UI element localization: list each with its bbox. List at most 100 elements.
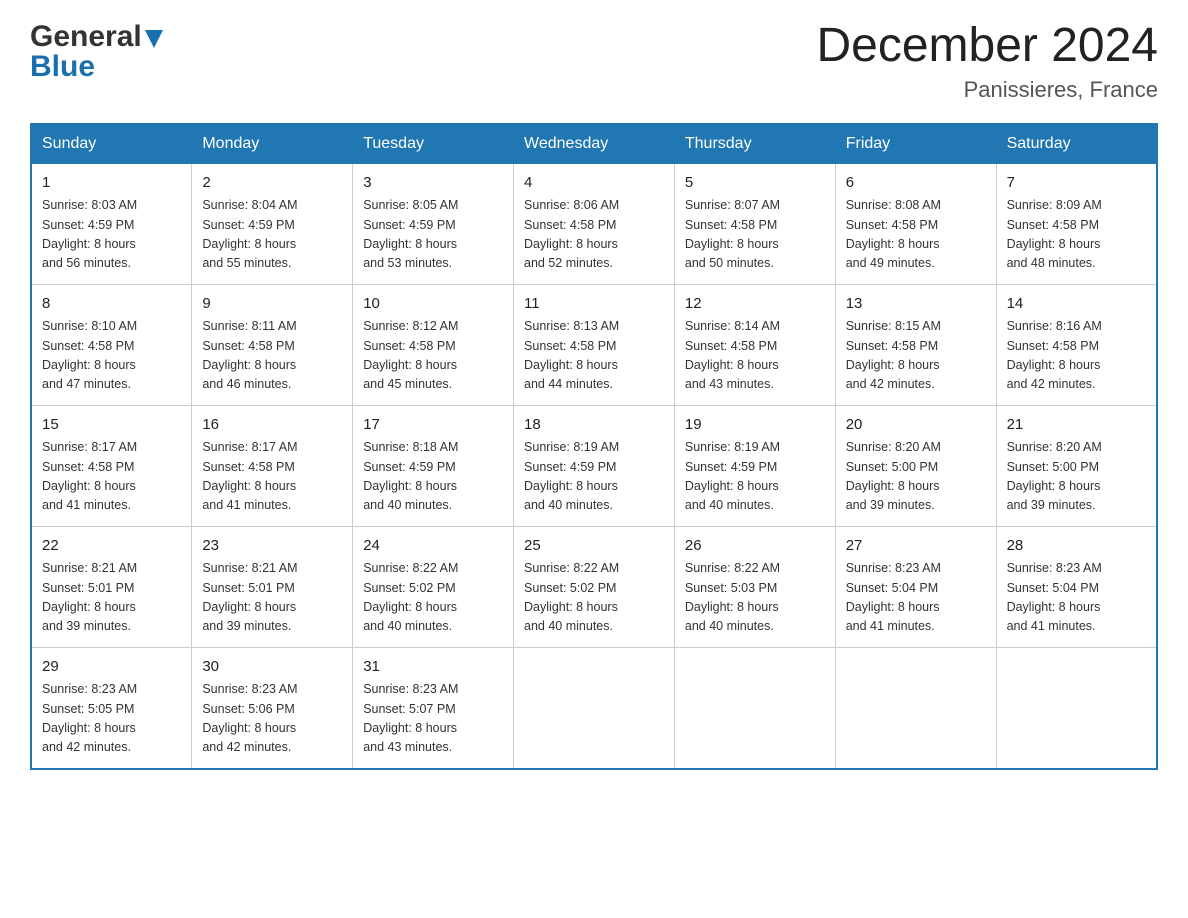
day-number: 5	[685, 172, 825, 195]
calendar-day-cell: 15Sunrise: 8:17 AMSunset: 4:58 PMDayligh…	[31, 405, 192, 526]
calendar-day-cell: 23Sunrise: 8:21 AMSunset: 5:01 PMDayligh…	[192, 526, 353, 647]
day-number: 11	[524, 293, 664, 316]
day-info: Sunrise: 8:20 AMSunset: 5:00 PMDaylight:…	[846, 438, 986, 516]
calendar-day-cell: 24Sunrise: 8:22 AMSunset: 5:02 PMDayligh…	[353, 526, 514, 647]
day-info: Sunrise: 8:19 AMSunset: 4:59 PMDaylight:…	[685, 438, 825, 516]
calendar-day-cell: 3Sunrise: 8:05 AMSunset: 4:59 PMDaylight…	[353, 163, 514, 284]
calendar-day-cell: 12Sunrise: 8:14 AMSunset: 4:58 PMDayligh…	[674, 284, 835, 405]
day-number: 23	[202, 535, 342, 558]
day-number: 29	[42, 656, 181, 679]
logo-blue-text: Blue	[30, 50, 95, 84]
day-info: Sunrise: 8:17 AMSunset: 4:58 PMDaylight:…	[202, 438, 342, 516]
calendar-day-cell: 28Sunrise: 8:23 AMSunset: 5:04 PMDayligh…	[996, 526, 1157, 647]
calendar-day-cell: 4Sunrise: 8:06 AMSunset: 4:58 PMDaylight…	[514, 163, 675, 284]
day-info: Sunrise: 8:19 AMSunset: 4:59 PMDaylight:…	[524, 438, 664, 516]
day-info: Sunrise: 8:10 AMSunset: 4:58 PMDaylight:…	[42, 317, 181, 395]
day-number: 25	[524, 535, 664, 558]
day-info: Sunrise: 8:23 AMSunset: 5:07 PMDaylight:…	[363, 680, 503, 758]
day-number: 8	[42, 293, 181, 316]
day-number: 18	[524, 414, 664, 437]
weekday-header-sunday: Sunday	[31, 124, 192, 164]
calendar-day-cell: 30Sunrise: 8:23 AMSunset: 5:06 PMDayligh…	[192, 647, 353, 769]
weekday-header-thursday: Thursday	[674, 124, 835, 164]
calendar-day-cell: 18Sunrise: 8:19 AMSunset: 4:59 PMDayligh…	[514, 405, 675, 526]
calendar-location: Panissieres, France	[816, 77, 1158, 103]
day-info: Sunrise: 8:16 AMSunset: 4:58 PMDaylight:…	[1007, 317, 1146, 395]
day-number: 16	[202, 414, 342, 437]
day-info: Sunrise: 8:22 AMSunset: 5:03 PMDaylight:…	[685, 559, 825, 637]
day-info: Sunrise: 8:04 AMSunset: 4:59 PMDaylight:…	[202, 196, 342, 274]
calendar-title: December 2024	[816, 20, 1158, 73]
day-number: 28	[1007, 535, 1146, 558]
title-area: December 2024 Panissieres, France	[816, 20, 1158, 103]
day-number: 26	[685, 535, 825, 558]
day-number: 24	[363, 535, 503, 558]
calendar-day-cell: 21Sunrise: 8:20 AMSunset: 5:00 PMDayligh…	[996, 405, 1157, 526]
day-number: 30	[202, 656, 342, 679]
day-number: 1	[42, 172, 181, 195]
calendar-week-row: 8Sunrise: 8:10 AMSunset: 4:58 PMDaylight…	[31, 284, 1157, 405]
day-info: Sunrise: 8:23 AMSunset: 5:05 PMDaylight:…	[42, 680, 181, 758]
day-number: 20	[846, 414, 986, 437]
weekday-header-tuesday: Tuesday	[353, 124, 514, 164]
day-info: Sunrise: 8:23 AMSunset: 5:06 PMDaylight:…	[202, 680, 342, 758]
day-number: 7	[1007, 172, 1146, 195]
calendar-day-cell: 2Sunrise: 8:04 AMSunset: 4:59 PMDaylight…	[192, 163, 353, 284]
weekday-header-wednesday: Wednesday	[514, 124, 675, 164]
calendar-day-cell: 5Sunrise: 8:07 AMSunset: 4:58 PMDaylight…	[674, 163, 835, 284]
day-info: Sunrise: 8:13 AMSunset: 4:58 PMDaylight:…	[524, 317, 664, 395]
header: General Blue December 2024 Panissieres, …	[30, 20, 1158, 103]
day-number: 13	[846, 293, 986, 316]
calendar-day-cell: 27Sunrise: 8:23 AMSunset: 5:04 PMDayligh…	[835, 526, 996, 647]
calendar-day-cell: 1Sunrise: 8:03 AMSunset: 4:59 PMDaylight…	[31, 163, 192, 284]
day-info: Sunrise: 8:12 AMSunset: 4:58 PMDaylight:…	[363, 317, 503, 395]
day-info: Sunrise: 8:22 AMSunset: 5:02 PMDaylight:…	[363, 559, 503, 637]
day-info: Sunrise: 8:17 AMSunset: 4:58 PMDaylight:…	[42, 438, 181, 516]
day-info: Sunrise: 8:21 AMSunset: 5:01 PMDaylight:…	[202, 559, 342, 637]
day-number: 14	[1007, 293, 1146, 316]
calendar-week-row: 22Sunrise: 8:21 AMSunset: 5:01 PMDayligh…	[31, 526, 1157, 647]
day-info: Sunrise: 8:03 AMSunset: 4:59 PMDaylight:…	[42, 196, 181, 274]
day-info: Sunrise: 8:07 AMSunset: 4:58 PMDaylight:…	[685, 196, 825, 274]
calendar-day-cell: 13Sunrise: 8:15 AMSunset: 4:58 PMDayligh…	[835, 284, 996, 405]
logo-triangle-icon	[145, 30, 163, 48]
day-info: Sunrise: 8:23 AMSunset: 5:04 PMDaylight:…	[846, 559, 986, 637]
calendar-day-cell: 7Sunrise: 8:09 AMSunset: 4:58 PMDaylight…	[996, 163, 1157, 284]
calendar-header: SundayMondayTuesdayWednesdayThursdayFrid…	[31, 124, 1157, 164]
day-number: 17	[363, 414, 503, 437]
day-info: Sunrise: 8:18 AMSunset: 4:59 PMDaylight:…	[363, 438, 503, 516]
weekday-header-saturday: Saturday	[996, 124, 1157, 164]
day-number: 6	[846, 172, 986, 195]
logo-general-text: General	[30, 20, 142, 54]
day-info: Sunrise: 8:06 AMSunset: 4:58 PMDaylight:…	[524, 196, 664, 274]
calendar-day-cell: 8Sunrise: 8:10 AMSunset: 4:58 PMDaylight…	[31, 284, 192, 405]
calendar-day-cell: 19Sunrise: 8:19 AMSunset: 4:59 PMDayligh…	[674, 405, 835, 526]
calendar-day-cell: 29Sunrise: 8:23 AMSunset: 5:05 PMDayligh…	[31, 647, 192, 769]
calendar-day-cell: 14Sunrise: 8:16 AMSunset: 4:58 PMDayligh…	[996, 284, 1157, 405]
weekday-header-monday: Monday	[192, 124, 353, 164]
day-number: 27	[846, 535, 986, 558]
calendar-day-cell	[514, 647, 675, 769]
calendar-day-cell: 11Sunrise: 8:13 AMSunset: 4:58 PMDayligh…	[514, 284, 675, 405]
calendar-day-cell	[996, 647, 1157, 769]
weekday-header-friday: Friday	[835, 124, 996, 164]
calendar-day-cell: 31Sunrise: 8:23 AMSunset: 5:07 PMDayligh…	[353, 647, 514, 769]
day-info: Sunrise: 8:14 AMSunset: 4:58 PMDaylight:…	[685, 317, 825, 395]
day-info: Sunrise: 8:23 AMSunset: 5:04 PMDaylight:…	[1007, 559, 1146, 637]
day-number: 3	[363, 172, 503, 195]
logo: General Blue	[30, 20, 163, 84]
calendar-week-row: 29Sunrise: 8:23 AMSunset: 5:05 PMDayligh…	[31, 647, 1157, 769]
calendar-day-cell: 22Sunrise: 8:21 AMSunset: 5:01 PMDayligh…	[31, 526, 192, 647]
day-number: 12	[685, 293, 825, 316]
day-number: 15	[42, 414, 181, 437]
day-number: 10	[363, 293, 503, 316]
day-info: Sunrise: 8:05 AMSunset: 4:59 PMDaylight:…	[363, 196, 503, 274]
calendar-day-cell: 17Sunrise: 8:18 AMSunset: 4:59 PMDayligh…	[353, 405, 514, 526]
calendar-week-row: 1Sunrise: 8:03 AMSunset: 4:59 PMDaylight…	[31, 163, 1157, 284]
calendar-day-cell	[674, 647, 835, 769]
day-number: 19	[685, 414, 825, 437]
day-number: 22	[42, 535, 181, 558]
day-number: 21	[1007, 414, 1146, 437]
day-info: Sunrise: 8:21 AMSunset: 5:01 PMDaylight:…	[42, 559, 181, 637]
day-number: 9	[202, 293, 342, 316]
